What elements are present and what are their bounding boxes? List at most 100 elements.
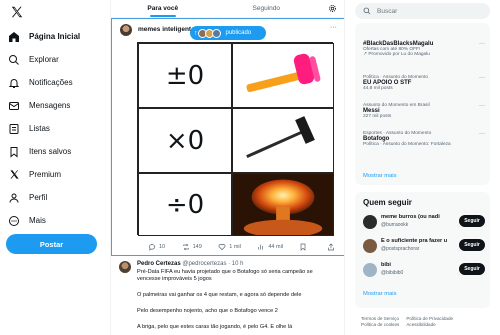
nav-label: Premium <box>29 170 62 179</box>
share-button[interactable] <box>327 243 338 251</box>
repost-button[interactable]: 149 <box>182 243 202 251</box>
follow-suggestion[interactable]: É o suficiente pra fazer u @postsprachor… <box>363 238 485 256</box>
tweet[interactable]: Pedro Certezas @pedrocertezas · 10 h Pré… <box>111 256 344 335</box>
footer-links: Termos de Serviço Política de Privacidad… <box>361 316 496 328</box>
trend-related: Política · Assunto do Momento: Fortaleza <box>363 142 451 147</box>
gear-icon <box>328 5 336 12</box>
avatar[interactable] <box>363 263 377 277</box>
footer-link[interactable]: Termos de Serviço <box>361 316 399 321</box>
heart-icon <box>218 244 226 251</box>
tweet-text-line: vencesse improváveis 5 jogos <box>137 276 212 282</box>
nav-item-bookmarks[interactable]: Itens salvos <box>8 140 80 163</box>
main-nav: Página Inicial Explorar Notificações Men… <box>8 25 80 232</box>
more-options-icon[interactable]: ··· <box>330 24 337 31</box>
footer-link[interactable]: Política de cookies <box>361 322 399 327</box>
tweet[interactable]: memes inteligentes ··· ↑ publicado ±0 ×0 <box>111 18 344 256</box>
tweet-media-image[interactable]: ±0 ×0 ÷0 <box>137 42 334 236</box>
tweet-actions: 10 149 1 mil 44 mil <box>148 243 338 251</box>
bookmark-icon <box>301 243 306 251</box>
tab-following[interactable]: Seguindo <box>215 0 319 17</box>
tweet-text-line: Pré-Data FIFA eu havia projetado que o B… <box>137 269 313 275</box>
avatar[interactable] <box>363 239 377 253</box>
more-options-icon[interactable]: ··· <box>479 75 485 81</box>
nav-label: Mais <box>29 216 46 225</box>
tweet-text-line: O palmeiras vai ganhar os 4 que restam, … <box>137 292 302 298</box>
trend-item[interactable]: Assunto do Momento em Brasil Messi 227 m… <box>363 103 485 119</box>
meme-times-zero: ×0 <box>138 108 232 173</box>
follow-suggestion[interactable]: meme burros (ou nadi @burraookk Seguir <box>363 214 485 232</box>
trend-item[interactable]: Esportes · Assunto do Momento Botafogo P… <box>363 131 485 147</box>
follow-button[interactable]: Seguir <box>459 215 485 227</box>
repost-count: 149 <box>192 244 202 250</box>
tweet-author-name[interactable]: Pedro Certezas <box>137 261 181 267</box>
bell-icon <box>8 77 20 89</box>
repost-icon <box>182 243 189 251</box>
tab-for-you[interactable]: Para você <box>111 0 215 17</box>
more-options-icon[interactable]: ··· <box>479 131 485 137</box>
follow-button[interactable]: Seguir <box>459 263 485 275</box>
follow-suggestion[interactable]: bibi @bibibib0 Seguir <box>363 262 485 280</box>
trend-item[interactable]: Política · Assunto do Momento EU APOIO O… <box>363 75 485 91</box>
nav-item-premium[interactable]: Premium <box>8 163 80 186</box>
new-posts-pill[interactable]: ↑ publicado <box>190 26 266 40</box>
new-posts-label: publicado <box>225 30 252 36</box>
post-button[interactable]: Postar <box>6 234 97 254</box>
trends-panel: #BlackDasBlacksMagalu Ofertas com até 80… <box>355 23 490 185</box>
timeline-settings-button[interactable] <box>318 0 344 17</box>
more-options-icon[interactable]: ··· <box>479 103 485 109</box>
x-logo-icon[interactable] <box>10 5 24 19</box>
left-sidebar: Página Inicial Explorar Notificações Men… <box>0 0 105 335</box>
nav-label: Perfil <box>29 193 48 202</box>
nav-item-notifications[interactable]: Notificações <box>8 71 80 94</box>
main-timeline: Para você Seguindo memes inteligentes ··… <box>110 0 345 335</box>
nav-item-explore[interactable]: Explorar <box>8 48 80 71</box>
who-to-follow-panel: Quem seguir meme burros (ou nadi @burrao… <box>355 192 490 308</box>
bookmark-icon <box>8 146 20 158</box>
user-handle: @postsprachorar <box>381 246 420 252</box>
search-bar[interactable] <box>355 3 490 19</box>
reply-button[interactable]: 10 <box>148 243 165 251</box>
tweet-handle-time[interactable]: @pedrocertezas · 10 h <box>182 261 243 267</box>
meme-plus-minus-zero: ±0 <box>138 43 232 108</box>
user-name[interactable]: meme burros (ou nadi <box>381 214 449 220</box>
avatar[interactable] <box>119 261 131 273</box>
trend-count: 44,8 mil posts <box>363 86 393 91</box>
like-button[interactable]: 1 mil <box>218 243 241 251</box>
share-icon <box>327 243 334 251</box>
footer-link[interactable]: Acessibilidade <box>406 322 435 327</box>
footer-link[interactable]: Política de Privacidade <box>406 316 453 321</box>
mail-icon <box>8 100 20 112</box>
avatar[interactable] <box>363 215 377 229</box>
more-options-icon[interactable]: ··· <box>479 41 485 47</box>
nav-item-lists[interactable]: Listas <box>8 117 80 140</box>
user-name[interactable]: É o suficiente pra fazer u <box>381 238 449 244</box>
nav-item-home[interactable]: Página Inicial <box>8 25 80 48</box>
show-more-link[interactable]: Mostrar mais <box>363 291 397 297</box>
nav-label: Página Inicial <box>29 32 81 41</box>
right-sidebar: #BlackDasBlacksMagalu Ofertas com até 80… <box>355 0 500 335</box>
tweet-text-line: Pelo desempenho nojento, acho que o Bota… <box>137 308 278 314</box>
who-to-follow-title: Quem seguir <box>363 198 412 207</box>
nav-label: Explorar <box>29 55 59 64</box>
trend-item[interactable]: #BlackDasBlacksMagalu Ofertas com até 80… <box>363 41 485 57</box>
nav-label: Mensagens <box>29 101 71 110</box>
views-button[interactable]: 44 mil <box>257 243 283 251</box>
toy-hammer-image <box>232 43 334 108</box>
follow-button[interactable]: Seguir <box>459 239 485 251</box>
bookmark-button[interactable] <box>299 243 310 251</box>
user-handle: @burraookk <box>381 222 409 228</box>
search-input[interactable] <box>377 7 477 15</box>
avatar[interactable] <box>120 24 132 36</box>
nav-item-messages[interactable]: Mensagens <box>8 94 80 117</box>
nav-item-profile[interactable]: Perfil <box>8 186 80 209</box>
more-circle-icon <box>8 215 20 227</box>
show-more-link[interactable]: Mostrar mais <box>363 173 397 179</box>
nav-item-more[interactable]: Mais <box>8 209 80 232</box>
avatar <box>211 28 221 38</box>
nav-label: Notificações <box>29 78 73 87</box>
timeline-tabs: Para você Seguindo <box>111 0 344 18</box>
user-name[interactable]: bibi <box>381 262 449 268</box>
search-icon <box>8 54 20 66</box>
trend-promoted: ↗ Promovido por Lu do Magalu <box>363 52 430 57</box>
like-count: 1 mil <box>229 244 241 250</box>
